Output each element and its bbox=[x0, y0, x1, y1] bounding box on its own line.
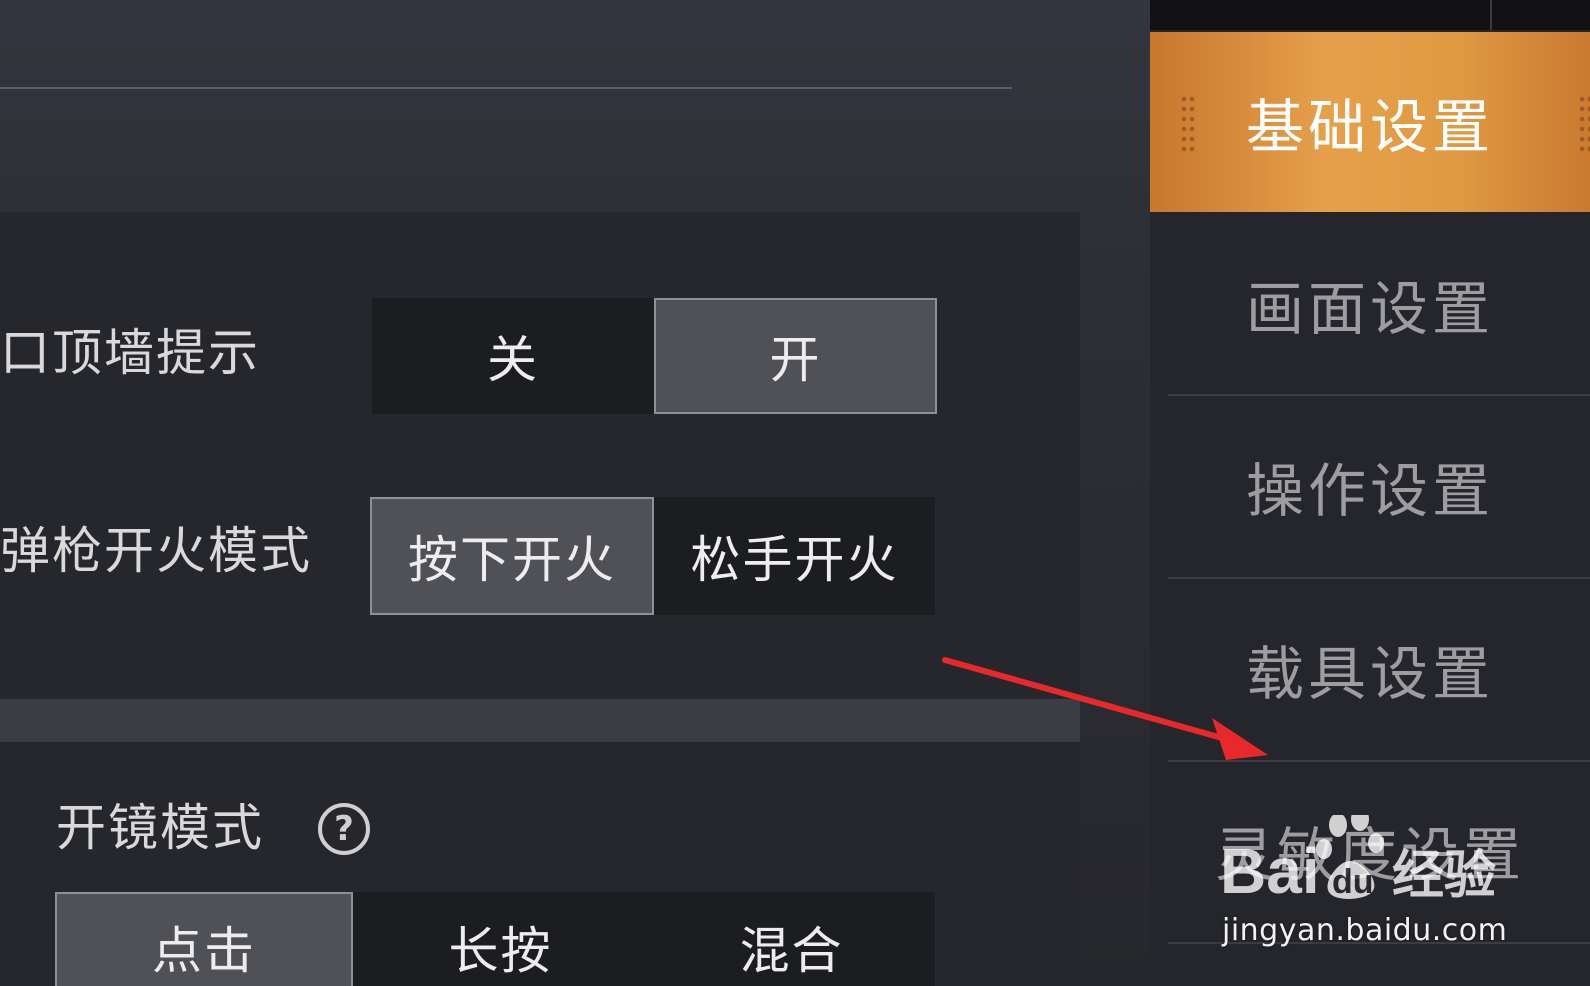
fire-on-press-button[interactable]: 按下开火 bbox=[370, 497, 654, 615]
panel-gap bbox=[0, 699, 1080, 742]
sidebar-item-controls[interactable]: 操作设置 bbox=[1150, 396, 1590, 576]
svg-text:du: du bbox=[1332, 863, 1374, 901]
sidebar-item-vehicle[interactable]: 载具设置 bbox=[1150, 579, 1590, 759]
sidebar-topbar-divider bbox=[1490, 0, 1492, 30]
scope-tap-button[interactable]: 点击 bbox=[55, 892, 353, 986]
settings-panel-shooting bbox=[0, 212, 1080, 699]
wall-hint-on-button[interactable]: 开 bbox=[654, 298, 937, 414]
svg-text:经验: 经验 bbox=[1392, 846, 1496, 906]
scope-mode-label: 开镜模式 bbox=[56, 799, 264, 857]
fire-mode-label: 弹枪开火模式 bbox=[0, 522, 312, 580]
top-divider bbox=[0, 87, 1012, 89]
watermark-url: jingyan.baidu.com bbox=[1222, 913, 1508, 948]
wall-hint-label: 口顶墙提示 bbox=[0, 324, 260, 382]
svg-text:Bai: Bai bbox=[1220, 835, 1320, 907]
grip-left-icon bbox=[1180, 94, 1196, 154]
sidebar-item-basic[interactable]: 基础设置 bbox=[1150, 32, 1590, 212]
sidebar-item-graphics[interactable]: 画面设置 bbox=[1150, 214, 1590, 394]
help-icon[interactable]: ? bbox=[318, 803, 370, 855]
game-settings-screen: 口顶墙提示 关 开 弹枪开火模式 按下开火 松手开火 开镜模式 ? 点击 长按 … bbox=[0, 0, 1590, 986]
sidebar-topbar bbox=[1150, 0, 1590, 30]
fire-mode-toggle: 按下开火 松手开火 bbox=[370, 497, 935, 615]
scope-hold-button[interactable]: 长按 bbox=[353, 892, 648, 986]
scope-mode-toggle: 点击 长按 混合 bbox=[55, 892, 935, 986]
grip-right-icon bbox=[1578, 94, 1590, 154]
wall-hint-off-button[interactable]: 关 bbox=[372, 298, 654, 414]
fire-on-release-button[interactable]: 松手开火 bbox=[654, 497, 935, 615]
wall-hint-toggle: 关 开 bbox=[372, 298, 937, 414]
scope-mixed-button[interactable]: 混合 bbox=[648, 892, 935, 986]
